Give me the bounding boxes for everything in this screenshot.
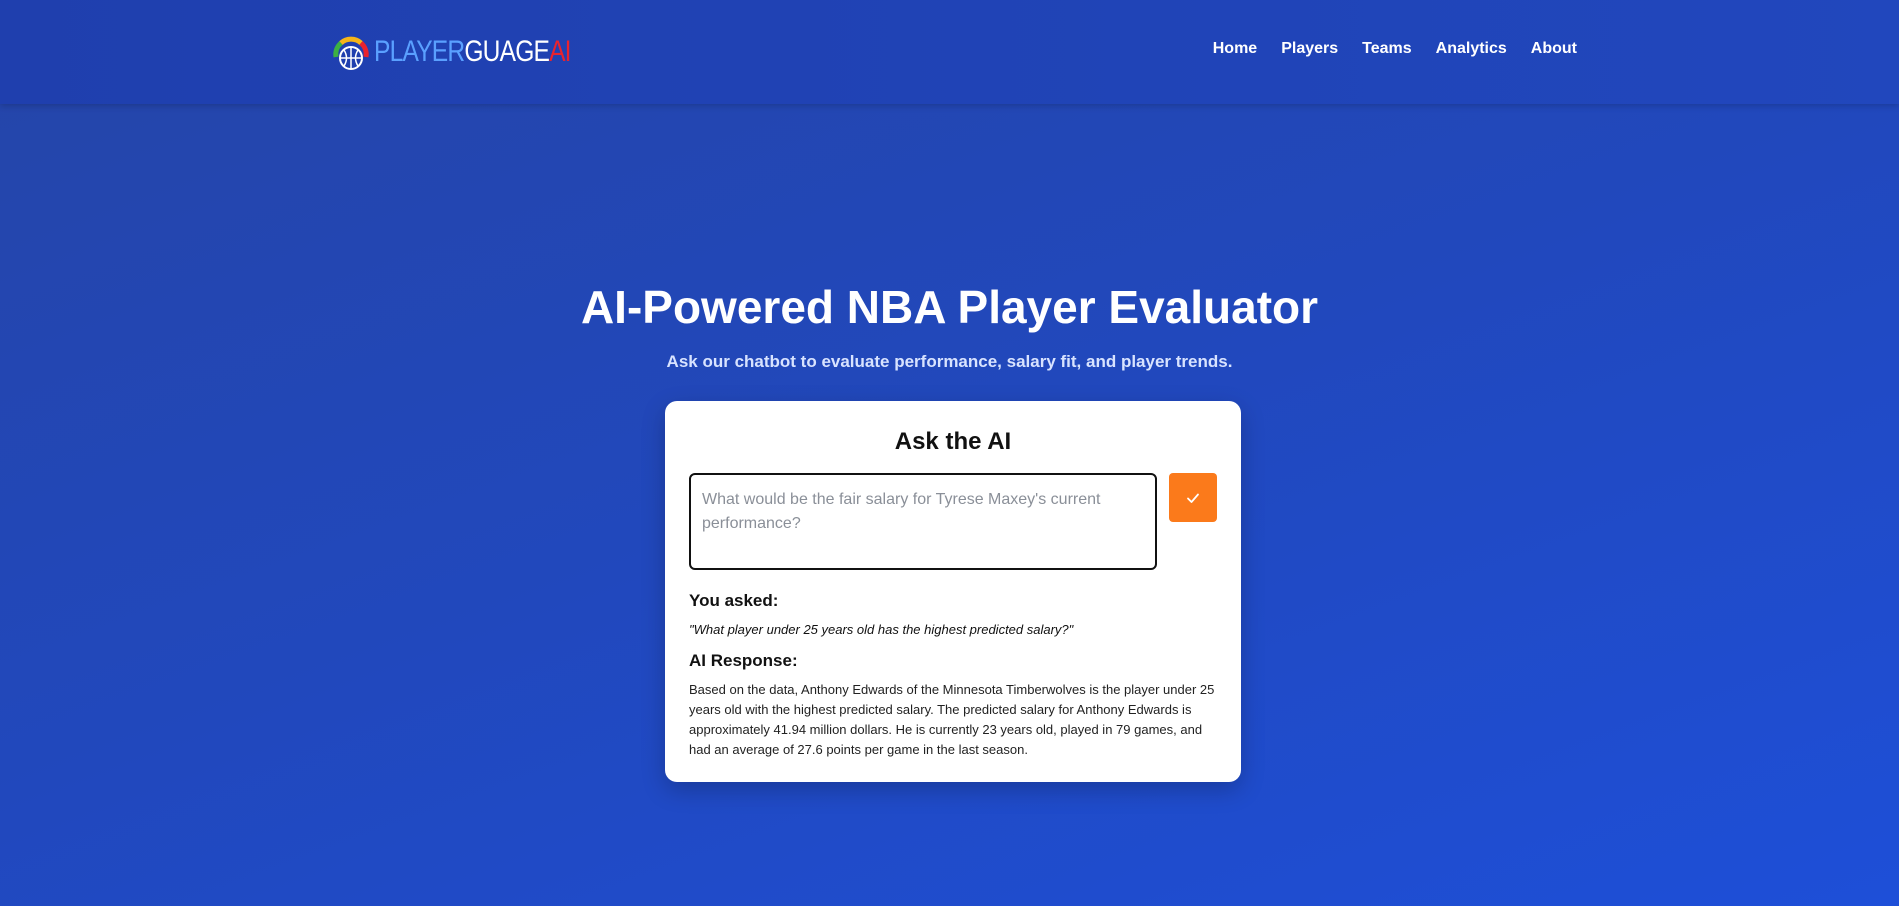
nav-analytics[interactable]: Analytics: [1436, 40, 1507, 58]
nav-home[interactable]: Home: [1213, 40, 1257, 58]
asked-question: "What player under 25 years old has the …: [689, 622, 1074, 637]
nav-players[interactable]: Players: [1281, 40, 1338, 58]
brand-wordmark: PLAYERGUAGEAI: [374, 35, 572, 68]
response-label: AI Response:: [689, 651, 798, 670]
question-input[interactable]: [689, 473, 1157, 570]
nav-teams[interactable]: Teams: [1362, 40, 1412, 58]
nav-about[interactable]: About: [1531, 40, 1577, 58]
brand-logo[interactable]: PLAYERGUAGEAI: [330, 31, 614, 73]
chat-title: Ask the AI: [894, 428, 1012, 455]
brand-guage: GUAGE: [464, 35, 550, 68]
hero-title: AI-Powered NBA Player Evaluator: [580, 281, 1319, 333]
brand-ai: AI: [549, 35, 571, 68]
check-icon: [1187, 493, 1199, 503]
navbar: PLAYERGUAGEAI Home Players Teams Analyti…: [0, 0, 1899, 104]
submit-button[interactable]: [1169, 473, 1217, 522]
main-nav: Home Players Teams Analytics About: [1213, 40, 1577, 58]
asked-label: You asked:: [689, 591, 779, 610]
chat-card: Ask the AI You asked: "What player under…: [665, 401, 1241, 782]
hero-subtitle: Ask our chatbot to evaluate performance,…: [666, 352, 1233, 371]
ai-response: Based on the data, Anthony Edwards of th…: [689, 682, 1215, 757]
gauge-basketball-icon: [333, 36, 369, 70]
brand-player: PLAYER: [374, 35, 465, 68]
